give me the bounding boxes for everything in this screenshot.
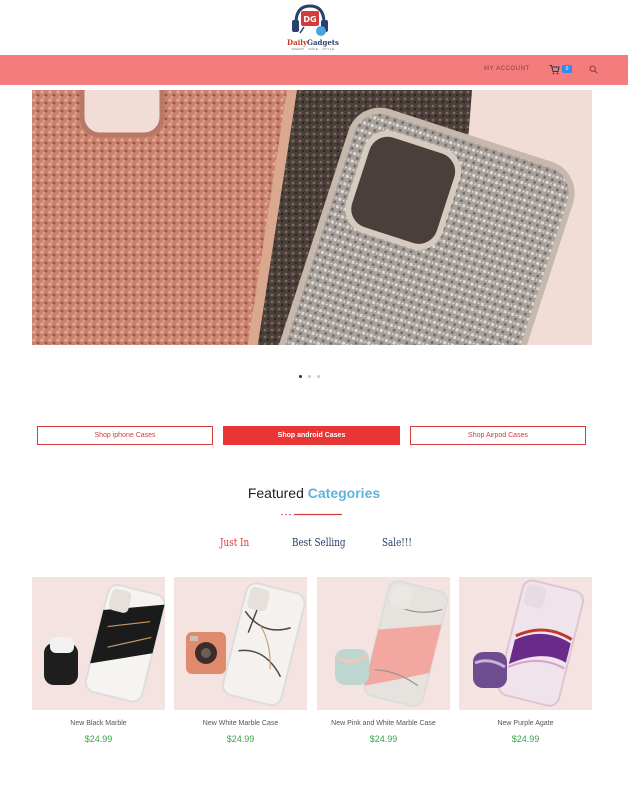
section-title-part1: Featured — [247, 485, 304, 501]
cart-count-badge: 0 — [562, 65, 572, 73]
tab-best-selling[interactable]: Best Selling — [292, 536, 346, 549]
product-name[interactable]: New Black Marble — [32, 720, 165, 727]
section-title-part2: Categories — [307, 485, 381, 501]
section-title: Featured Categories — [0, 485, 628, 501]
my-account-link[interactable]: MY ACCOUNT — [484, 66, 530, 72]
logo-headphones-icon: DG — [292, 4, 328, 36]
carousel-dot-2[interactable] — [308, 375, 311, 378]
shop-iphone-cases-button[interactable]: Shop iphone Cases — [37, 426, 213, 445]
product-name[interactable]: New Purple Agate — [459, 720, 592, 727]
logo-tagline: SMART · SAFE · STYLE — [291, 47, 335, 51]
phone-cases-photo — [32, 90, 592, 345]
main-navbar: MY ACCOUNT 0 — [0, 55, 628, 85]
product-image[interactable] — [32, 577, 165, 710]
product-name[interactable]: New Pink and White Marble Case — [317, 720, 450, 727]
logo-badge-text: DG — [303, 15, 316, 24]
product-image[interactable] — [317, 577, 450, 710]
tab-just-in[interactable]: Just In — [220, 536, 249, 549]
tab-sale[interactable]: Sale!!! — [382, 536, 412, 549]
shop-airpod-cases-button[interactable]: Shop Airpod Cases — [410, 426, 586, 445]
carousel-dot-3[interactable] — [317, 375, 320, 378]
shop-android-cases-button[interactable]: Shop android Cases — [223, 426, 400, 445]
product-name[interactable]: New White Marble Case — [174, 720, 307, 727]
logo-word-gadgets: Gadgets — [307, 38, 339, 47]
product-price: $24.99 — [369, 734, 398, 744]
carousel-dot-1[interactable] — [299, 375, 302, 378]
search-icon[interactable] — [589, 65, 598, 74]
site-logo[interactable]: DG DailyGadgets SMART · SAFE · STYLE — [287, 3, 339, 53]
product-price: $24.99 — [84, 734, 113, 744]
product-price: $24.99 — [511, 734, 540, 744]
site-header: DG DailyGadgets SMART · SAFE · STYLE — [0, 0, 628, 55]
product-price: $24.99 — [226, 734, 255, 744]
carousel-dots — [299, 375, 325, 380]
logo-word-daily: Daily — [287, 38, 308, 47]
cart-button[interactable]: 0 — [549, 64, 573, 76]
product-image[interactable] — [174, 577, 307, 710]
hero-slide-image[interactable] — [32, 90, 592, 345]
logo-wordmark: DailyGadgets — [287, 38, 339, 47]
cart-icon — [549, 65, 560, 75]
section-divider — [281, 513, 342, 516]
product-image[interactable] — [459, 577, 592, 710]
